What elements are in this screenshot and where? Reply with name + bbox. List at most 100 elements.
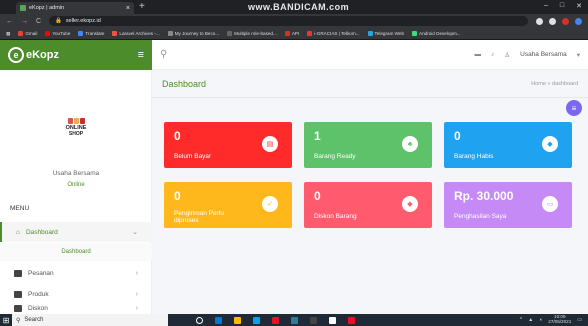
address-bar: ← → C 🔒 seller.ekopz.id [0,14,588,28]
sidebar-item-diskon[interactable]: Diskon › [0,305,152,314]
search-icon[interactable]: ⚲ [160,49,167,60]
bookmark-label: i-GRACIAS | Telkom... [314,31,360,36]
windows-taskbar: ⊞ ⚲ Search ^ ▲ ◖ 10:09 27/05/2021 ▭ [0,314,588,326]
stat-label: Diskon Barang [314,212,357,220]
main-content: Dashboard Home » dashboard ≡ 0 Belum Baya… [152,70,588,314]
taskbar-file-explorer-icon[interactable] [234,316,241,324]
app-root: e eKopz ≡ ⚲ ▬ ♪ ♙ Usaha Bersama ▾ ONLINE… [0,40,588,314]
taskbar-app-icon[interactable] [291,316,298,324]
stat-card-barang-ready[interactable]: 1 Barang Ready ♣ [304,122,432,168]
forward-icon[interactable]: → [21,18,28,25]
bookmark-item[interactable]: Laravel Archives -... [112,31,160,36]
profile-avatar-icon[interactable] [575,17,582,25]
hamburger-menu-icon[interactable]: ≡ [138,49,144,61]
network-icon[interactable]: ▲ [528,317,533,323]
bookmark-label: My Journey to Beco... [174,31,220,36]
back-icon[interactable]: ← [6,18,13,25]
settings-fab-button[interactable]: ≡ [566,100,582,116]
recorder-watermark: www.BANDICAM.com [248,2,350,12]
chevron-right-icon: › [135,305,138,312]
close-window-button[interactable]: ✕ [576,2,582,10]
bookmark-item[interactable]: API [284,31,300,36]
bookmark-favicon-icon [367,31,373,36]
user-menu-name[interactable]: Usaha Bersama [520,51,567,58]
stat-card-belum-bayar[interactable]: 0 Belum Bayar ▤ [164,122,292,168]
taskbar-app-icon[interactable] [310,316,317,324]
taskbar-search-input[interactable]: ⚲ Search [12,314,168,326]
stat-card-penghasilan-saya[interactable]: Rp. 30.000 Penghasilan Saya ▭ [444,182,572,228]
close-tab-icon[interactable]: × [126,5,130,12]
notifications-icon[interactable]: ▭ [577,317,582,323]
bookmark-label: Multiple role-based... [234,31,277,36]
bookmark-label: Android Developm... [419,31,461,36]
maximize-button[interactable]: □ [560,2,564,10]
url-text: seller.ekopz.id [65,18,101,24]
taskbar-edge-icon[interactable] [253,316,260,324]
sidebar-item-produk[interactable]: Produk › [0,284,152,304]
url-input[interactable]: 🔒 seller.ekopz.id [49,16,528,26]
taskbar-apps [196,316,355,324]
menu-header: MENU [10,205,30,212]
bookmark-item[interactable]: Translate [78,31,104,36]
bookmark-item[interactable]: Gmail [18,31,37,36]
bookmark-item[interactable]: Android Developm... [412,31,461,36]
topbar-right: ▬ ♪ ♙ Usaha Bersama ▾ [475,51,580,59]
bookmark-item[interactable]: My Journey to Beco... [167,31,220,36]
taskbar-task-view-icon[interactable] [215,316,222,324]
brand-name[interactable]: eKopz [26,49,59,61]
content-header: Dashboard Home » dashboard [152,70,588,98]
bookmark-favicon-icon [284,31,290,36]
stat-label: Penghasilan Saya [454,212,507,220]
dashboard-icon: ⌂ [16,228,20,236]
chevron-down-icon[interactable]: ▾ [577,51,580,59]
extension-icon[interactable] [549,17,556,25]
bookmark-label: API [291,31,300,36]
bookmark-item[interactable]: Telegram Web [367,31,405,36]
stat-card-pengiriman-perlu-diproses[interactable]: 0 Pengiriman Perlu diproses ✓ [164,182,292,228]
start-button[interactable]: ⊞ [0,314,12,326]
bookmark-favicon-icon [227,31,233,36]
tag-icon: ◆ [402,196,418,212]
sidebar-item-pesanan[interactable]: Pesanan › [0,263,152,283]
volume-icon[interactable]: ◖ [539,317,542,323]
stat-card-barang-habis[interactable]: 0 Barang Habis ◆ [444,122,572,168]
bookmark-label: Telegram Web [374,31,405,36]
bookmark-favicon-icon [78,31,84,36]
logo-icon: e [8,47,24,63]
reload-icon[interactable]: C [36,18,41,25]
bookmark-item[interactable]: YouTube [45,31,70,36]
extension-icon[interactable] [536,17,543,25]
chat-icon[interactable]: ▬ [475,51,482,58]
bookmark-label: Laravel Archives -... [119,31,160,36]
taskbar-chrome-icon[interactable] [348,316,355,324]
bookmark-favicon-icon [167,31,173,36]
sidebar: ONLINE SHOP Usaha Bersama Online MENU ⌂ … [0,70,152,314]
taskbar-store-icon[interactable] [272,316,279,324]
notification-bell-icon[interactable]: ♪ [491,51,494,58]
taskbar-app-icon[interactable] [329,316,336,324]
taskbar-clock[interactable]: 10:09 27/05/2021 [548,315,571,324]
stat-card-diskon-barang[interactable]: 0 Diskon Barang ◆ [304,182,432,228]
products-icon [14,290,22,298]
submenu-dashboard[interactable]: Dashboard [0,243,152,261]
apps-grid-icon[interactable]: ▦ [6,31,10,37]
browser-tab[interactable]: eKopz | admin × [16,2,134,14]
tray-chevron-icon[interactable]: ^ [520,317,522,323]
bookmark-favicon-icon [412,31,418,36]
new-tab-button[interactable]: + [139,1,145,12]
leaf-icon: ♣ [402,136,418,152]
breadcrumb[interactable]: Home » dashboard [531,81,578,87]
avatar: ONLINE SHOP [56,118,96,154]
stat-label: Barang Habis [454,152,494,160]
user-avatar-icon[interactable]: ♙ [504,51,510,59]
top-navbar: ⚲ ▬ ♪ ♙ Usaha Bersama ▾ [152,40,588,70]
browser-tab-bar: eKopz | admin × + www.BANDICAM.com – □ ✕ [0,0,588,14]
taskbar-cortana-icon[interactable] [196,316,203,324]
extension-icon[interactable] [562,17,569,25]
bookmark-item[interactable]: i-GRACIAS | Telkom... [307,31,360,36]
bookmark-label: YouTube [52,31,71,36]
sidebar-item-dashboard[interactable]: ⌂ Dashboard ⌄ [0,222,152,242]
bookmark-item[interactable]: Multiple role-based... [227,31,277,36]
minimize-button[interactable]: – [544,2,548,10]
search-icon: ⚲ [16,317,21,324]
